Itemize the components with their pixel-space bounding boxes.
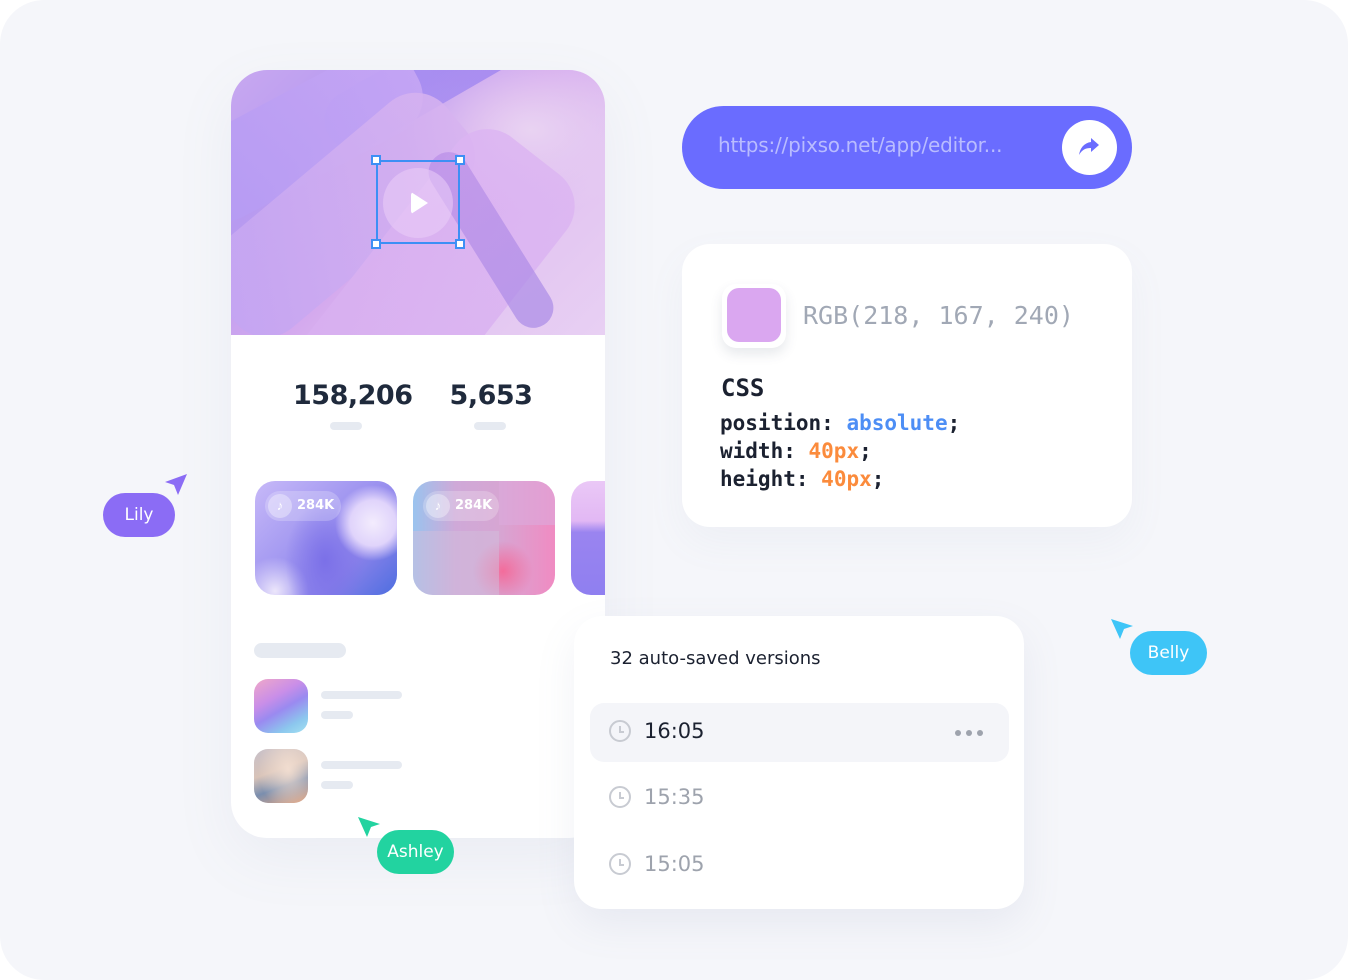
version-row[interactable]: 15:05 [590,836,1009,895]
thumbnail-shape [413,531,499,595]
css-semicolon: ; [871,467,885,491]
media-thumbnail[interactable]: ♪ 284K [255,481,397,595]
resize-handle-top-left[interactable] [371,155,381,165]
css-property-line: position: absolute; [720,411,960,435]
inspect-panel: RGB(218, 167, 240) CSS position: absolut… [682,244,1132,527]
more-options-icon[interactable] [955,730,983,736]
hero-image[interactable] [231,70,605,335]
version-history-title: 32 auto-saved versions [610,648,821,669]
version-time: 16:05 [644,719,705,743]
cursor-arrow-icon [1111,619,1133,639]
share-link-bar[interactable]: https://pixso.net/app/editor... [682,106,1132,189]
list-item-thumbnail[interactable] [254,749,308,803]
music-note-icon: ♪ [426,494,450,518]
play-count-badge: ♪ 284K [423,491,499,521]
play-count-badge: ♪ 284K [265,491,341,521]
clock-icon [609,720,631,742]
color-swatch-frame[interactable] [722,284,786,348]
css-property-value: 40px [808,439,860,463]
canvas-background: 158,206 5,653 ♪ 284K ♪ 284K https://pixs… [0,0,1348,980]
stat-value: 158,206 [293,380,413,411]
clock-icon [609,853,631,875]
stat-label-placeholder [474,422,506,430]
version-row[interactable]: 15:35 [590,769,1009,828]
play-count-label: 284K [455,498,493,513]
share-arrow-icon [1079,138,1099,155]
phone-preview-card: 158,206 5,653 ♪ 284K ♪ 284K [231,70,605,838]
version-history-panel: 32 auto-saved versions 16:05 15:35 15:05 [574,616,1024,909]
list-item-subtitle-placeholder [321,711,353,719]
css-semicolon: ; [947,411,961,435]
list-item-subtitle-placeholder [321,781,353,789]
music-note-icon: ♪ [268,494,292,518]
resize-handle-bottom-left[interactable] [371,239,381,249]
list-item-thumbnail[interactable] [254,679,308,733]
css-property-line: height: 40px; [720,467,884,491]
thumbnail-shape [499,481,555,525]
resize-handle-top-right[interactable] [455,155,465,165]
resize-handle-bottom-right[interactable] [455,239,465,249]
media-thumbnail[interactable]: ♪ 284K [413,481,555,595]
css-property-name: height: [720,467,809,491]
list-item-title-placeholder [321,761,402,769]
version-time: 15:35 [644,785,705,809]
share-url[interactable]: https://pixso.net/app/editor... [718,133,1002,157]
css-semicolon: ; [859,439,872,463]
css-property-name: position: [720,411,834,435]
color-swatch[interactable] [727,288,781,342]
media-thumbnail[interactable] [571,481,605,595]
stat-label-placeholder [330,422,362,430]
play-count-label: 284K [297,498,335,513]
cursor-arrow-icon [358,817,380,837]
stat-value: 5,653 [449,380,533,411]
css-section-title: CSS [721,374,765,402]
css-property-value: absolute [846,411,948,435]
css-property-value: 40px [821,467,872,491]
css-property-line: width: 40px; [720,439,872,463]
selection-box[interactable] [376,160,460,244]
list-item-title-placeholder [321,691,402,699]
clock-icon [609,786,631,808]
collaborator-cursor-label: Belly [1130,631,1207,675]
collaborator-cursor-label: Lily [103,493,175,537]
share-button[interactable] [1062,120,1117,175]
section-title-placeholder [254,643,346,658]
collaborator-cursor-label: Ashley [377,830,454,874]
version-row[interactable]: 16:05 [590,703,1009,762]
css-property-name: width: [720,439,796,463]
color-value: RGB(218, 167, 240) [803,301,1074,330]
cursor-arrow-icon [165,474,187,495]
version-time: 15:05 [644,852,705,876]
